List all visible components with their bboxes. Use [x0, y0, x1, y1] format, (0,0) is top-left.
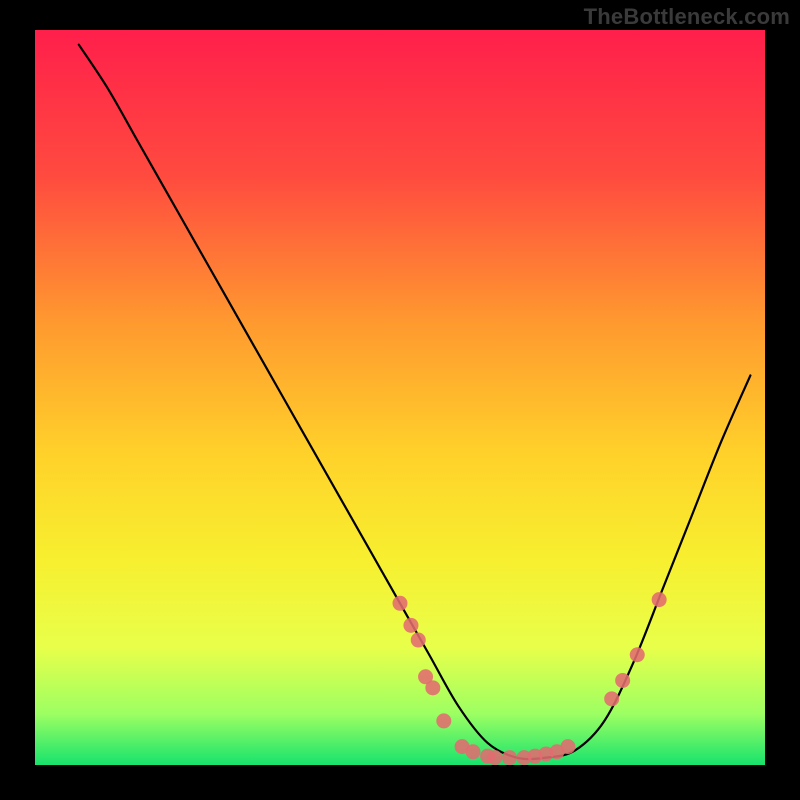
marker-dot — [652, 592, 667, 607]
marker-dot — [502, 750, 517, 765]
marker-dot — [466, 744, 481, 759]
gradient-bg — [35, 30, 765, 765]
plot-svg — [35, 30, 765, 765]
marker-dot — [604, 691, 619, 706]
chart-container: TheBottleneck.com — [0, 0, 800, 800]
marker-dot — [436, 713, 451, 728]
marker-dot — [425, 680, 440, 695]
marker-dot — [487, 750, 502, 765]
marker-dot — [411, 633, 426, 648]
marker-dot — [560, 739, 575, 754]
watermark-label: TheBottleneck.com — [584, 4, 790, 30]
marker-dot — [630, 647, 645, 662]
plot-area — [35, 30, 765, 765]
marker-dot — [403, 618, 418, 633]
marker-dot — [393, 596, 408, 611]
marker-dot — [615, 673, 630, 688]
